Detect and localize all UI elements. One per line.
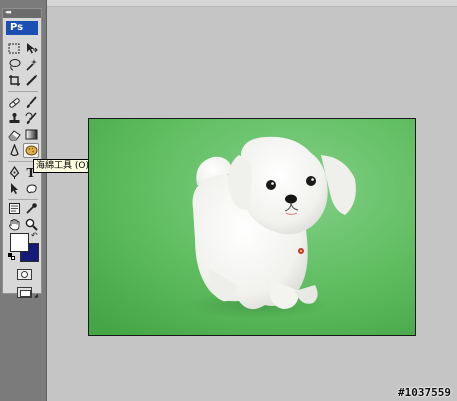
sponge-tool-icon[interactable] xyxy=(23,143,39,158)
watermark-id: #1037559 xyxy=(398,386,451,399)
blur-tool-icon[interactable] xyxy=(6,143,22,158)
notes-tool-icon[interactable] xyxy=(6,201,22,216)
brush-tool-icon[interactable] xyxy=(23,95,39,110)
move-tool-icon[interactable] xyxy=(23,41,39,56)
screen-mode-button[interactable] xyxy=(17,287,32,298)
crop-tool-icon[interactable] xyxy=(6,73,22,88)
more-options-arrow-icon[interactable]: ◢ xyxy=(34,293,38,299)
collapse-arrows-icon[interactable]: ◂◂ xyxy=(5,8,11,16)
zoom-tool-icon[interactable] xyxy=(23,217,39,232)
rectangular-marquee-tool-icon[interactable] xyxy=(6,41,22,56)
custom-shape-tool-icon[interactable] xyxy=(23,181,39,196)
foreground-color-swatch[interactable] xyxy=(10,233,29,252)
hand-tool-icon[interactable] xyxy=(6,217,22,232)
path-selection-tool-icon[interactable] xyxy=(6,181,22,196)
sponge-tool-tooltip: 海綿工具 (O) xyxy=(33,159,92,173)
clone-stamp-tool-icon[interactable] xyxy=(6,111,22,126)
slice-tool-icon[interactable] xyxy=(23,73,39,88)
eyedropper-tool-icon[interactable] xyxy=(23,201,39,216)
tools-panel: ◂◂ Ps T ↶ ◢ xyxy=(2,8,42,299)
swap-colors-icon[interactable]: ↶ xyxy=(31,231,38,240)
history-brush-tool-icon[interactable] xyxy=(23,111,39,126)
gradient-tool-icon[interactable] xyxy=(23,127,39,142)
eraser-tool-icon[interactable] xyxy=(6,127,22,142)
document-canvas[interactable] xyxy=(88,118,416,336)
document-area-top-strip xyxy=(0,0,457,7)
magic-wand-tool-icon[interactable] xyxy=(23,57,39,72)
tool-group-divider xyxy=(8,199,38,200)
pen-tool-icon[interactable] xyxy=(6,165,22,180)
dog-photo xyxy=(89,119,415,335)
tool-group-divider xyxy=(8,91,38,92)
panel-grip[interactable]: ◂◂ xyxy=(3,8,41,18)
photoshop-logo[interactable]: Ps xyxy=(6,21,38,35)
healing-brush-tool-icon[interactable] xyxy=(6,95,22,110)
quick-mask-button[interactable] xyxy=(17,269,32,280)
default-colors-icon[interactable] xyxy=(8,253,15,260)
lasso-tool-icon[interactable] xyxy=(6,57,22,72)
